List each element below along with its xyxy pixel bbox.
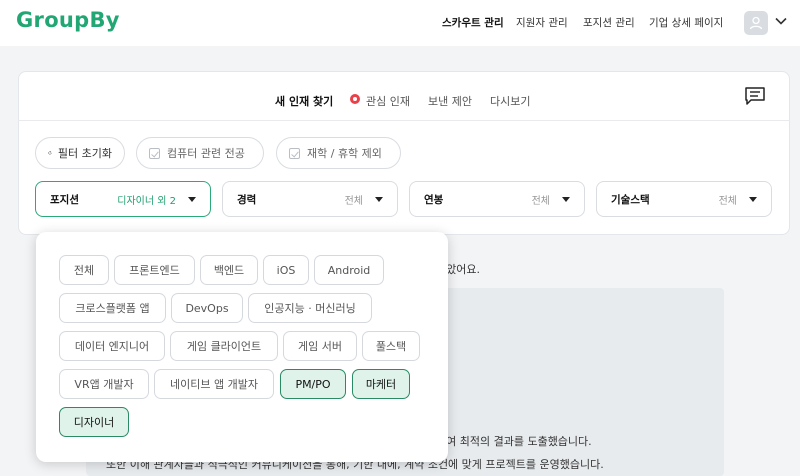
experience-select-label: 경력 <box>237 193 257 206</box>
exclude-enrolled-label: 재학 / 휴학 제외 <box>307 147 382 160</box>
position-option[interactable]: 인공지능 · 머신러닝 <box>248 293 372 323</box>
filter-reset-label: 필터 초기화 <box>57 147 112 160</box>
position-option[interactable]: 크로스플랫폼 앱 <box>59 293 166 323</box>
position-option[interactable]: DevOps <box>171 293 243 323</box>
message-icon[interactable] <box>744 86 766 106</box>
position-option[interactable]: iOS <box>263 255 309 285</box>
interest-dot-icon <box>350 94 360 104</box>
checkbox-icon <box>149 147 160 159</box>
caret-down-icon <box>375 196 383 202</box>
nav-company-detail-page[interactable]: 기업 상세 페이지 <box>649 15 723 30</box>
tech-stack-select[interactable]: 기술스택 전체 <box>596 181 772 217</box>
experience-select-value: 전체 <box>344 195 363 207</box>
caret-down-icon <box>188 196 196 202</box>
position-option[interactable]: 전체 <box>59 255 109 285</box>
position-option[interactable]: 백엔드 <box>200 255 258 285</box>
exclude-enrolled-checkbox[interactable]: 재학 / 휴학 제외 <box>276 137 401 169</box>
major-computer-label: 컴퓨터 관련 전공 <box>167 147 245 160</box>
position-option[interactable]: Android <box>314 255 384 285</box>
position-option[interactable]: 게임 클라이언트 <box>170 331 278 361</box>
position-option[interactable]: 네이티브 앱 개발자 <box>154 369 274 399</box>
position-options-popup: 전체 프론트엔드 백엔드 iOS Android 크로스플랫폼 앱 DevOps… <box>36 232 448 462</box>
position-select-label: 포지션 <box>50 193 79 206</box>
top-navigation-bar: GroupBy 스카우트 관리 지원자 관리 포지션 관리 기업 상세 페이지 <box>0 0 800 46</box>
position-option[interactable]: 게임 서버 <box>283 331 357 361</box>
nav-scout-management[interactable]: 스카우트 관리 <box>442 15 504 30</box>
position-option-selected[interactable]: PM/PO <box>280 369 346 399</box>
tech-stack-select-value: 전체 <box>718 195 737 207</box>
position-option-selected[interactable]: 디자이너 <box>59 407 129 437</box>
tab-new-talent[interactable]: 새 인재 찾기 <box>275 93 333 109</box>
salary-select[interactable]: 연봉 전체 <box>409 181 585 217</box>
groupby-logo[interactable]: GroupBy <box>16 8 120 32</box>
summary-line: 하여 최적의 결과를 도출했습니다. <box>436 435 592 448</box>
tab-sent-offers[interactable]: 보낸 제안 <box>428 93 472 109</box>
position-option[interactable]: VR앱 개발자 <box>59 369 149 399</box>
chevron-down-icon[interactable] <box>775 17 787 25</box>
tab-replay[interactable]: 다시보기 <box>490 93 530 109</box>
salary-select-label: 연봉 <box>424 193 444 206</box>
position-select[interactable]: 포지션 디자이너 외 2 <box>35 181 211 217</box>
position-option-selected[interactable]: 마케터 <box>352 369 410 399</box>
position-option[interactable]: 데이터 엔지니어 <box>59 331 165 361</box>
tech-stack-select-label: 기술스택 <box>611 193 650 206</box>
checkbox-icon <box>289 147 300 159</box>
tab-interested-talent[interactable]: 관심 인재 <box>366 93 410 109</box>
caret-down-icon <box>562 196 570 202</box>
position-option[interactable]: 풀스택 <box>362 331 420 361</box>
filter-reset-button[interactable]: 필터 초기화 <box>35 137 125 169</box>
major-computer-checkbox[interactable]: 컴퓨터 관련 전공 <box>136 137 264 169</box>
tabs-divider <box>18 120 790 121</box>
refresh-icon <box>48 151 52 155</box>
nav-position-management[interactable]: 포지션 관리 <box>583 15 635 30</box>
caret-down-icon <box>749 196 757 202</box>
experience-select[interactable]: 경력 전체 <box>222 181 398 217</box>
salary-select-value: 전체 <box>531 195 550 207</box>
avatar[interactable] <box>744 11 768 35</box>
nav-applicant-management[interactable]: 지원자 관리 <box>516 15 568 30</box>
position-option[interactable]: 프론트엔드 <box>114 255 195 285</box>
user-icon <box>749 16 763 30</box>
position-select-value: 디자이너 외 2 <box>117 195 176 207</box>
